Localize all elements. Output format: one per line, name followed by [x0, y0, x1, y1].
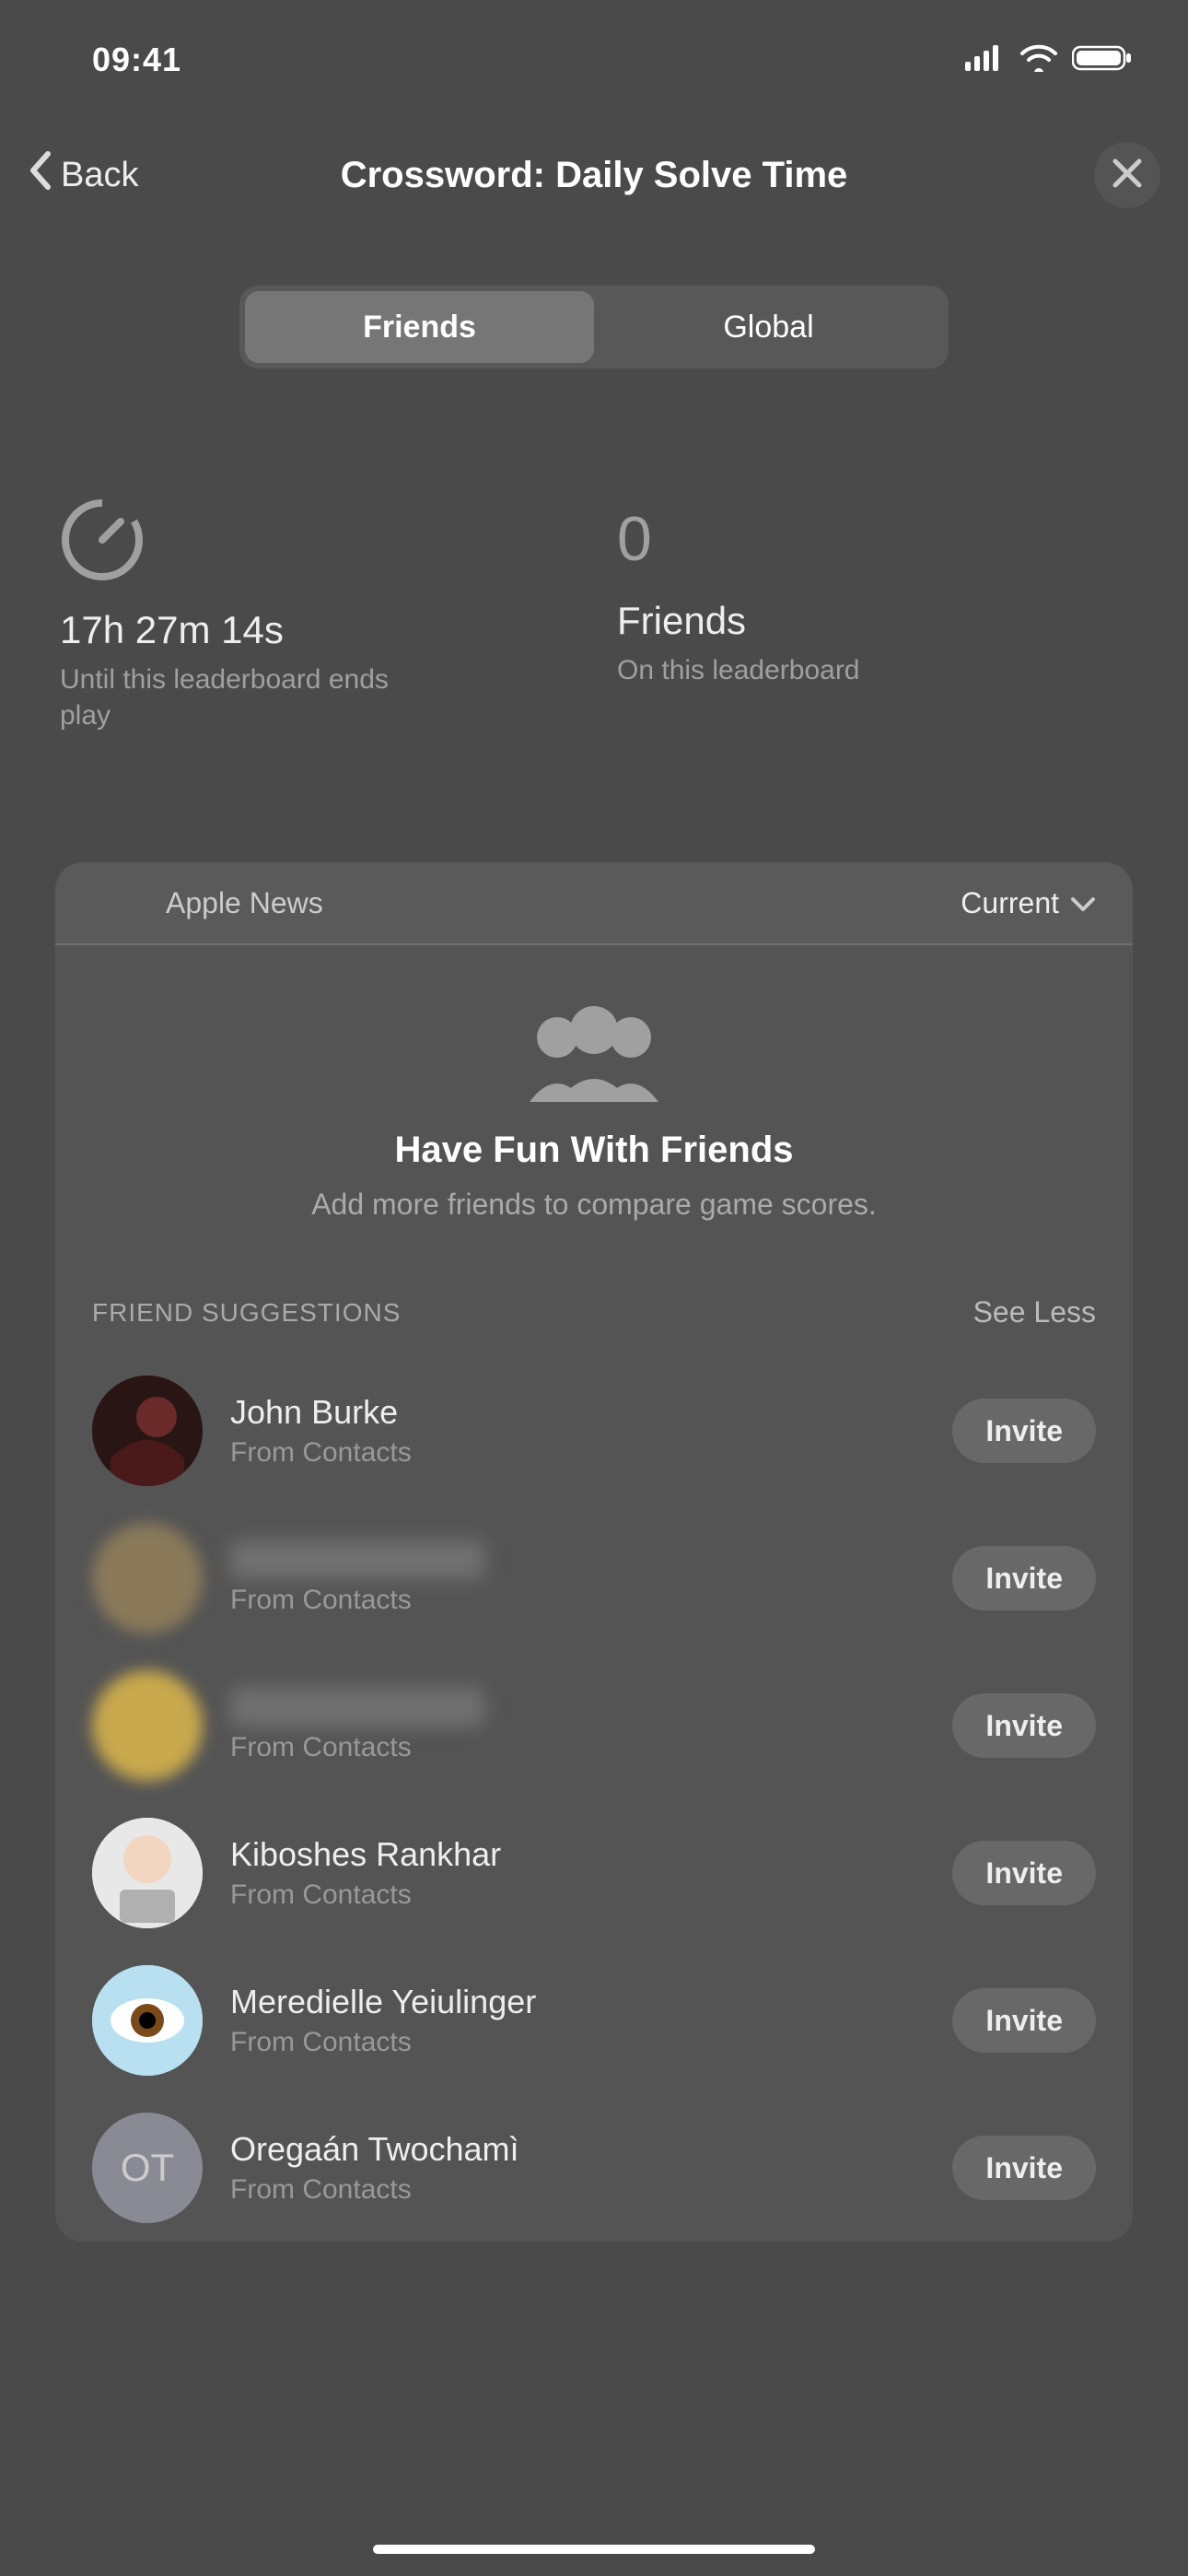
suggestion-name: John Burke [230, 1393, 925, 1432]
wifi-icon [1019, 44, 1058, 76]
chevron-down-icon [1070, 886, 1096, 920]
suggestion-text: John Burke From Contacts [230, 1393, 925, 1469]
empty-title: Have Fun With Friends [92, 1130, 1096, 1171]
empty-subtitle: Add more friends to compare game scores. [92, 1188, 1096, 1222]
period-label: Current [961, 886, 1059, 920]
suggestion-source: From Contacts [230, 1732, 925, 1763]
close-icon [1112, 158, 1143, 193]
suggestion-row: Meredielle Yeiulinger From Contacts Invite [92, 1947, 1096, 2094]
cellular-icon [965, 45, 1006, 76]
friends-count-value: 0 [617, 498, 1128, 580]
suggestion-name: Kiboshes Rankhar [230, 1835, 925, 1874]
suggestions-header: FRIEND SUGGESTIONS See Less [55, 1295, 1133, 1357]
close-button[interactable] [1094, 142, 1160, 208]
suggestion-row: OT Oregaán Twochamì From Contacts Invite [92, 2094, 1096, 2242]
suggestion-source: From Contacts [230, 2174, 925, 2206]
status-time: 09:41 [92, 41, 181, 79]
segment-friends[interactable]: Friends [245, 291, 594, 363]
suggestion-text: Meredielle Yeiulinger From Contacts [230, 1983, 925, 2058]
empty-state: Have Fun With Friends Add more friends t… [55, 945, 1133, 1295]
suggestion-name: Redacted Name [230, 1540, 484, 1579]
back-button[interactable]: Back [28, 150, 138, 200]
status-icons [965, 44, 1133, 76]
leaderboard-scope-segmented: Friends Global [239, 286, 949, 369]
home-indicator[interactable] [373, 2545, 815, 2554]
suggestion-name: Redacted Name [230, 1688, 484, 1727]
suggestion-row: Redacted Name From Contacts Invite [92, 1652, 1096, 1799]
page-title: Crossword: Daily Solve Time [341, 155, 848, 196]
battery-icon [1072, 44, 1133, 76]
suggestion-text: Oregaán Twochamì From Contacts [230, 2130, 925, 2206]
suggestion-source: From Contacts [230, 1879, 925, 1911]
nav-bar: Back Crossword: Daily Solve Time [0, 120, 1188, 230]
time-remaining-sub: Until this leaderboard ends play [60, 662, 428, 733]
suggestion-text: Redacted Name From Contacts [230, 1540, 925, 1616]
avatar [92, 1523, 203, 1633]
panel-app-name: Apple News [92, 886, 323, 920]
status-bar: 09:41 [0, 0, 1188, 120]
suggestion-name: Oregaán Twochamì [230, 2130, 925, 2169]
avatar [92, 1965, 203, 2076]
chevron-left-icon [28, 150, 53, 200]
invite-button[interactable]: Invite [952, 2136, 1096, 2200]
invite-button[interactable]: Invite [952, 1546, 1096, 1610]
invite-button[interactable]: Invite [952, 1399, 1096, 1463]
people-icon [493, 1001, 695, 1102]
suggestion-text: Kiboshes Rankhar From Contacts [230, 1835, 925, 1911]
segment-global[interactable]: Global [594, 291, 943, 363]
period-selector[interactable]: Current [961, 886, 1096, 920]
friends-count-label: Friends [617, 599, 1128, 643]
suggestion-text: Redacted Name From Contacts [230, 1688, 925, 1763]
invite-button[interactable]: Invite [952, 1841, 1096, 1905]
avatar: OT [92, 2113, 203, 2223]
suggestion-source: From Contacts [230, 2027, 925, 2058]
invite-button[interactable]: Invite [952, 1988, 1096, 2053]
leaderboard-panel: Apple News Current Have Fun With Friends… [55, 862, 1133, 2242]
avatar [92, 1376, 203, 1486]
suggestion-row: John Burke From Contacts Invite [92, 1357, 1096, 1505]
avatar [92, 1818, 203, 1928]
suggestions-title: FRIEND SUGGESTIONS [92, 1298, 401, 1328]
timer-icon [60, 498, 571, 590]
suggestion-source: From Contacts [230, 1437, 925, 1469]
avatar [92, 1670, 203, 1781]
friends-count-sub: On this leaderboard [617, 652, 985, 688]
invite-button[interactable]: Invite [952, 1693, 1096, 1758]
stats-row: 17h 27m 14s Until this leaderboard ends … [0, 369, 1188, 733]
see-less-button[interactable]: See Less [973, 1295, 1096, 1329]
suggestion-row: Kiboshes Rankhar From Contacts Invite [92, 1799, 1096, 1947]
stat-time-remaining: 17h 27m 14s Until this leaderboard ends … [60, 498, 571, 733]
stat-friends-count: 0 Friends On this leaderboard [617, 498, 1128, 733]
back-label: Back [61, 156, 138, 195]
time-remaining-value: 17h 27m 14s [60, 608, 571, 652]
suggestion-source: From Contacts [230, 1585, 925, 1616]
suggestion-row: Redacted Name From Contacts Invite [92, 1505, 1096, 1652]
suggestions-list: John BurkeFrom ContactsInviteRedacted Na… [55, 1357, 1133, 2242]
suggestion-name: Meredielle Yeiulinger [230, 1983, 925, 2021]
panel-header: Apple News Current [55, 862, 1133, 945]
